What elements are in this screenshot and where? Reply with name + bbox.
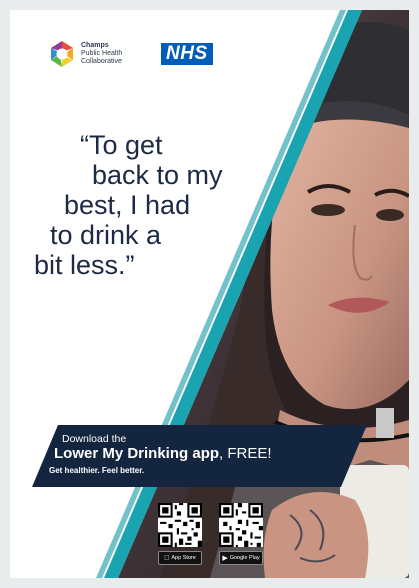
qr-code-icon bbox=[158, 503, 202, 547]
woman-photo bbox=[96, 10, 409, 578]
qr-code-icon bbox=[219, 503, 263, 547]
google-play-badge[interactable]: ▶ Google Play bbox=[219, 551, 263, 565]
download-label: Download the bbox=[62, 433, 127, 445]
banner-text: Download the Lower My Drinking app, FREE… bbox=[49, 433, 272, 476]
quote-line-1: “To get bbox=[80, 130, 163, 160]
download-banner: Download the Lower My Drinking app, FREE… bbox=[32, 425, 367, 487]
champs-name: Champs bbox=[81, 42, 109, 49]
quote-line-2: back to my bbox=[92, 160, 223, 190]
app-store-label: App Store bbox=[168, 555, 195, 561]
headline-quote: “To get back to my best, I had to drink … bbox=[32, 130, 292, 280]
champs-line-2: Public Health bbox=[81, 50, 123, 57]
champs-logo-icon bbox=[51, 41, 73, 67]
app-store-badge[interactable]:  App Store bbox=[158, 551, 202, 565]
champs-logo-text: Champs Public Health Collaborative bbox=[81, 42, 143, 66]
nhs-logo: NHS bbox=[161, 43, 213, 65]
free-label: , FREE! bbox=[219, 445, 272, 462]
google-play-qr-code[interactable] bbox=[219, 503, 263, 547]
poster: Champs Public Health Collaborative NHS “… bbox=[0, 0, 419, 588]
quote-line-3: best, I had bbox=[64, 190, 191, 220]
quote-line-4: to drink a bbox=[50, 220, 162, 250]
app-name: Lower My Drinking app bbox=[54, 445, 220, 462]
app-title: Lower My Drinking app, FREE! bbox=[54, 445, 272, 463]
champs-line-3: Collaborative bbox=[81, 58, 122, 65]
apple-icon:  bbox=[164, 555, 169, 562]
quote-line-5: bit less.” bbox=[34, 250, 135, 280]
google-play-label: Google Play bbox=[229, 555, 260, 561]
logo-row: Champs Public Health Collaborative NHS bbox=[48, 40, 213, 68]
google-play-icon: ▶ bbox=[222, 555, 228, 562]
poster-card: Champs Public Health Collaborative NHS “… bbox=[10, 10, 409, 578]
tagline: Get healthier. Feel better. bbox=[49, 466, 145, 475]
app-store-qr-code[interactable] bbox=[158, 503, 202, 547]
